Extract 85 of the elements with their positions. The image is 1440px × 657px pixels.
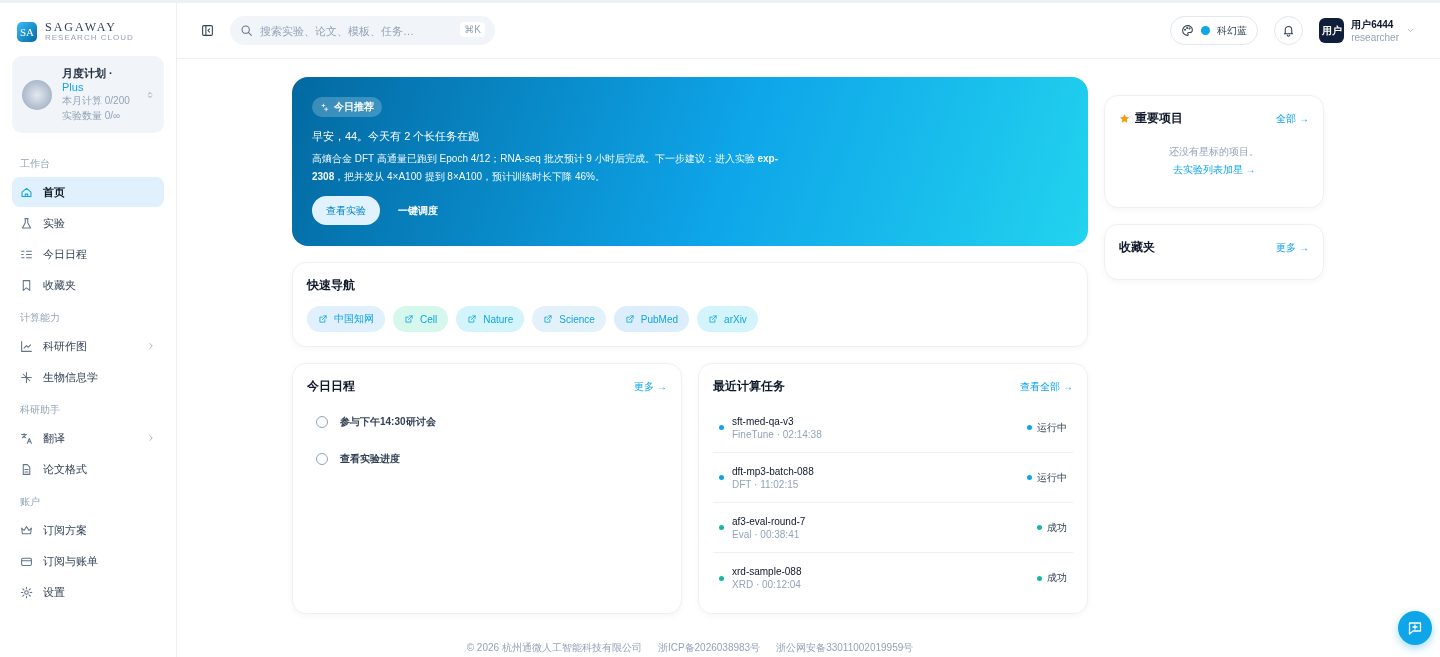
brand-tagline: RESEARCH CLOUD — [45, 33, 134, 42]
status-dot — [1027, 425, 1032, 430]
star-icon — [1119, 113, 1130, 124]
external-link-icon — [318, 314, 328, 324]
recommendation-text: 高熵合金 DFT 高通量已跑到 Epoch 4/12；RNA-seq 批次预计 9 小时后完成。下一步建议：进入实验 exp-2308，把并发从 4×A100 提到 8×A100，预计训练时长下降 46%。 — [312, 152, 779, 184]
home-icon — [20, 185, 33, 199]
sidebar-item[interactable]: 订阅方案 — [12, 515, 164, 545]
sidebar-item[interactable]: 翻译 — [12, 423, 164, 453]
status-dot — [1037, 525, 1042, 530]
footer-text: 浙公网安备33011002019959号 — [776, 641, 914, 655]
section-label: 科研助手 — [20, 403, 61, 417]
card-title: 最近计算任务 — [713, 378, 785, 395]
task-name: xrd-sample-088 — [732, 566, 803, 577]
task-name: dft-mp3-batch-088 — [732, 465, 815, 477]
plan-usage: 本月计算 0/200 — [62, 94, 131, 108]
line-chart-icon — [20, 339, 33, 353]
sidebar-item[interactable]: 今日日程 — [12, 239, 164, 269]
task-meta: XRD · 00:12:04 — [732, 579, 802, 590]
card-title: 收藏夹 — [1119, 239, 1155, 256]
recommendation-badge: 今日推荐 — [312, 97, 382, 117]
external-link-icon — [708, 314, 719, 324]
message-plus-icon — [1407, 620, 1423, 636]
status-dot — [1027, 475, 1032, 480]
card-title: 快速导航 — [307, 277, 356, 294]
greeting-text: 早安，44。今天有 2 个长任务在跑 — [312, 129, 480, 144]
translate-icon — [20, 431, 33, 445]
sidebar-item[interactable]: 实验 — [12, 208, 164, 238]
task-meta: FineTune · 02:14:38 — [732, 428, 823, 440]
chevron-down-icon — [1406, 26, 1415, 35]
external-link-icon — [543, 314, 554, 324]
footer-text: 浙ICP备2026038983号 — [657, 641, 761, 655]
user-name: 用户6444 — [1351, 18, 1395, 32]
section-label: 计算能力 — [20, 311, 61, 325]
task-meta: DFT · 11:02:15 — [732, 478, 800, 490]
plan-title: 月度计划 · Plus — [62, 66, 114, 93]
logo-mark: SA — [17, 21, 37, 42]
task-meta: Eval · 00:38:41 — [732, 528, 801, 540]
theme-button[interactable]: 科幻蓝 — [1170, 16, 1259, 45]
sidebar-collapse-icon — [201, 24, 214, 37]
status-dot — [1037, 575, 1042, 581]
sidebar-item[interactable]: 设置 — [12, 577, 164, 607]
external-link-icon — [467, 314, 478, 324]
sidebar-toggle-button[interactable] — [201, 24, 214, 37]
palette-icon — [1181, 24, 1195, 37]
sparkle-icon — [320, 102, 329, 112]
brand-name: SAGAWAY — [45, 21, 118, 33]
task-status: 运行中 — [1037, 420, 1067, 435]
notifications-button[interactable] — [1274, 16, 1304, 45]
plan-card[interactable]: 月度计划 · Plus 本月计算 0/200 实验数量 0/∞ — [12, 56, 164, 133]
task-status: 成功 — [1047, 571, 1067, 585]
sidebar-item[interactable]: 订阅与账单 — [12, 546, 164, 576]
footer-text: © 2026 杭州通微人工智能科技有限公司 — [466, 641, 642, 655]
schedule-item: 参与下午14:30研讨会 — [340, 414, 436, 429]
sidebar-item[interactable]: 首页 — [12, 177, 164, 207]
avatar: 用户 — [1319, 18, 1345, 43]
task-name: sft-med-qa-v3 — [732, 415, 795, 427]
empty-message: 还没有星标的项目。 — [1168, 145, 1260, 159]
sidebar-item[interactable]: 生物信息学 — [12, 362, 164, 392]
card-title: 重要项目 — [1135, 110, 1183, 127]
schedule-button[interactable]: 一键调度 — [384, 196, 452, 225]
view-experiment-button[interactable]: 查看实验 — [312, 196, 380, 225]
shortcut-hint: ⌘K — [460, 22, 485, 37]
flask-icon — [20, 216, 33, 230]
schedule-item: 查看实验进度 — [340, 451, 400, 466]
external-link-icon — [404, 314, 414, 324]
task-status: 运行中 — [1037, 470, 1067, 485]
sparkle-icon — [20, 370, 33, 384]
section-label: 工作台 — [20, 157, 51, 171]
task-name: af3-eval-round-7 — [732, 515, 807, 527]
user-role: researcher — [1351, 32, 1399, 43]
sidebar-item[interactable]: 收藏夹 — [12, 270, 164, 300]
section-label: 账户 — [20, 495, 41, 509]
sidebar-item[interactable]: 科研作图 — [12, 331, 164, 361]
plan-usage: 实验数量 0/∞ — [62, 109, 122, 123]
bookmark-icon — [20, 278, 33, 292]
search-icon — [240, 24, 253, 37]
crown-icon — [20, 523, 33, 537]
bell-icon — [1282, 24, 1296, 37]
sidebar-item[interactable]: 论文格式 — [12, 454, 164, 484]
document-icon — [20, 462, 33, 476]
external-link-icon — [624, 314, 635, 324]
task-status: 成功 — [1047, 520, 1067, 535]
task-checkbox[interactable] — [316, 452, 328, 465]
card-title: 今日日程 — [307, 378, 355, 395]
task-checkbox[interactable] — [316, 415, 328, 428]
